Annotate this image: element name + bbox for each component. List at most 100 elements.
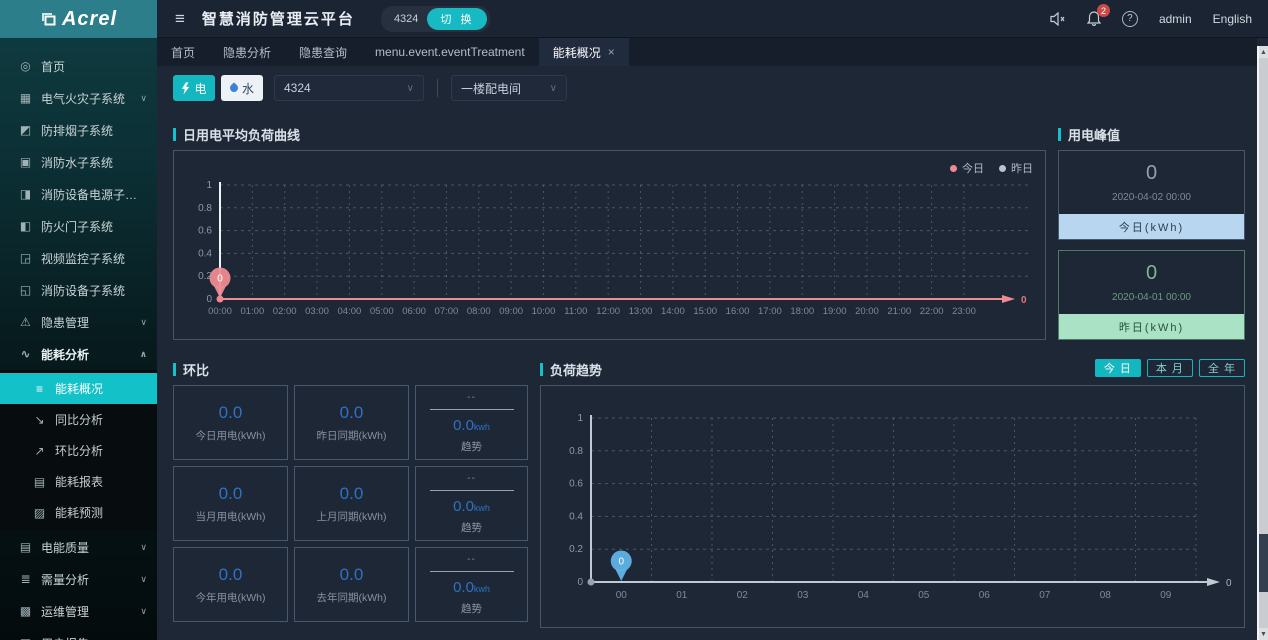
project-badge: 4324 <box>394 13 418 25</box>
svg-text:15:00: 15:00 <box>693 306 717 317</box>
section-title-text: 负荷趋势 <box>550 360 602 379</box>
menu-collapse-icon[interactable]: ≡ <box>175 10 185 27</box>
app-title: 智慧消防管理云平台 <box>202 8 355 29</box>
svg-text:09:00: 09:00 <box>499 306 523 317</box>
sidebar-item-隐患管理[interactable]: ⚠隐患管理∨ <box>0 306 157 338</box>
water-drop-icon <box>228 82 239 93</box>
trend-range-button-全年[interactable]: 全 年 <box>1199 359 1245 377</box>
sidebar-item-能耗报表[interactable]: ▤能耗报表 <box>0 466 157 497</box>
legend-item-今日[interactable]: 今日 <box>950 160 984 176</box>
mute-icon[interactable] <box>1050 12 1066 26</box>
svg-text:0.6: 0.6 <box>569 479 583 490</box>
electric-filter-button[interactable]: 电 <box>173 75 215 101</box>
header-right: 2 ? admin English <box>1050 11 1252 27</box>
tab-隐患查询[interactable]: 隐患查询 <box>285 38 361 66</box>
trend-range-button-今日[interactable]: 今 日 <box>1095 359 1141 377</box>
sidebar-item-首页[interactable]: ◎ 首页 <box>0 50 157 82</box>
sidebar-item-运维管理[interactable]: ▩运维管理∨ <box>0 595 157 627</box>
sidebar-item-label: 首页 <box>41 58 147 75</box>
sidebar-item-电能质量[interactable]: ▤电能质量∨ <box>0 531 157 563</box>
room-select[interactable]: 一楼配电间 ∨ <box>451 75 567 101</box>
station-select[interactable]: 4324 ∨ <box>274 75 424 101</box>
svg-text:0.8: 0.8 <box>569 446 583 457</box>
trend-range-button-本月[interactable]: 本 月 <box>1147 359 1193 377</box>
sidebar-item-防排烟子系统[interactable]: ◩防排烟子系统 <box>0 114 157 146</box>
tab-能耗概况[interactable]: 能耗概况× <box>539 38 629 66</box>
tab-bar: 首页隐患分析隐患查询menu.event.eventTreatment能耗概况× <box>157 38 1257 66</box>
sidebar-item-需量分析[interactable]: ≣需量分析∨ <box>0 563 157 595</box>
tab-隐患分析[interactable]: 隐患分析 <box>209 38 285 66</box>
fire-door-system-icon: ◧ <box>18 219 33 233</box>
svg-text:1: 1 <box>577 413 583 424</box>
username[interactable]: admin <box>1159 12 1192 26</box>
sidebar-item-消防设备电源子系统[interactable]: ◨消防设备电源子系统 <box>0 178 157 210</box>
sidebar-item-label: 电气火灾子系统 <box>41 90 140 107</box>
lightning-icon <box>181 82 190 95</box>
tab-close-icon[interactable]: × <box>608 45 615 59</box>
fire-water-system-icon: ▣ <box>18 155 33 169</box>
title-accent-bar <box>173 363 176 376</box>
chevron-down-icon: ∨ <box>140 317 147 328</box>
help-icon[interactable]: ? <box>1122 11 1138 27</box>
sidebar-item-电气火灾子系统[interactable]: ▦电气火灾子系统∨ <box>0 82 157 114</box>
title-accent-bar <box>540 363 543 376</box>
peak-cards: 02020-04-02 00:00今日(kWh)02020-04-01 00:0… <box>1058 150 1245 340</box>
huanbi-card: 0.0今年用电(kWh) <box>173 547 288 622</box>
svg-text:0.2: 0.2 <box>569 544 583 555</box>
water-filter-button[interactable]: 水 <box>221 75 263 101</box>
scrollbar-down-icon[interactable]: ▼ <box>1259 628 1268 640</box>
trend-value-unit: kwh <box>474 422 490 432</box>
sidebar-item-label: 防排烟子系统 <box>41 122 147 139</box>
sidebar-item-环比分析[interactable]: ↗环比分析 <box>0 435 157 466</box>
tab-menu.event.eventTreatment[interactable]: menu.event.eventTreatment <box>361 38 539 66</box>
peak-card-body: 02020-04-02 00:00 <box>1059 151 1244 214</box>
trend-label: 趋势 <box>461 520 482 535</box>
sidebar-item-能耗预测[interactable]: ▨能耗预测 <box>0 497 157 528</box>
submenu: ≡能耗概况↘同比分析↗环比分析▤能耗报表▨能耗预测 <box>0 370 157 531</box>
sidebar-item-消防水子系统[interactable]: ▣消防水子系统 <box>0 146 157 178</box>
tab-label: 隐患分析 <box>223 44 271 61</box>
electrical-fire-system-icon: ▦ <box>18 91 33 105</box>
svg-text:01:00: 01:00 <box>240 306 264 317</box>
daily-load-chart: 00.20.40.60.8100:0001:0002:0003:0004:000… <box>174 151 1045 339</box>
header: ≡ 智慧消防管理云平台 4324 切 换 2 ? admin English <box>157 0 1268 38</box>
section-title-text: 日用电平均负荷曲线 <box>183 125 300 144</box>
trend-ratio: -- <box>467 392 476 403</box>
scrollbar[interactable]: ▲ ▼ <box>1257 46 1268 640</box>
svg-text:06: 06 <box>979 590 991 601</box>
yoy-analysis-icon: ↘ <box>32 413 47 427</box>
svg-text:16:00: 16:00 <box>726 306 750 317</box>
operations-management-icon: ▩ <box>18 604 33 618</box>
sidebar-item-用户报告[interactable]: ◫用户报告 <box>0 627 157 640</box>
huanbi-trend-card: --0.0kwh趋势 <box>415 466 528 541</box>
huanbi-value: 0.0 <box>340 565 364 585</box>
sidebar-item-消防设备子系统[interactable]: ◱消防设备子系统 <box>0 274 157 306</box>
sidebar-item-防火门子系统[interactable]: ◧防火门子系统 <box>0 210 157 242</box>
svg-text:12:00: 12:00 <box>596 306 620 317</box>
sidebar-item-同比分析[interactable]: ↘同比分析 <box>0 404 157 435</box>
scrollbar-thumb[interactable] <box>1259 534 1268 592</box>
huanbi-value: 0.0 <box>219 403 243 423</box>
trend-ratio: -- <box>467 554 476 565</box>
legend-item-昨日[interactable]: 昨日 <box>999 160 1033 176</box>
huanbi-value: 0.0 <box>219 565 243 585</box>
legend-dot <box>950 165 957 172</box>
tab-首页[interactable]: 首页 <box>157 38 209 66</box>
sidebar-item-视频监控子系统[interactable]: ◲视频监控子系统 <box>0 242 157 274</box>
huanbi-label: 昨日同期(kWh) <box>317 428 387 443</box>
sidebar-item-label: 视频监控子系统 <box>41 250 147 267</box>
sidebar-item-能耗分析[interactable]: ∿能耗分析∧ <box>0 338 157 370</box>
svg-text:21:00: 21:00 <box>887 306 911 317</box>
svg-text:0.4: 0.4 <box>569 511 583 522</box>
home-icon: ◎ <box>18 59 33 73</box>
switch-button[interactable]: 切 换 <box>427 8 487 30</box>
sidebar-item-label: 能耗报表 <box>55 473 147 490</box>
sidebar-item-能耗概况[interactable]: ≡能耗概况 <box>0 373 157 404</box>
svg-text:04: 04 <box>858 590 870 601</box>
sidebar-item-label: 环比分析 <box>55 442 147 459</box>
language-switcher[interactable]: English <box>1213 12 1252 26</box>
sidebar: Acrel ◎首页▦电气火灾子系统∨◩防排烟子系统▣消防水子系统◨消防设备电源子… <box>0 0 157 640</box>
daily-load-section-title: 日用电平均负荷曲线 <box>173 125 300 144</box>
notifications-bell-icon[interactable]: 2 <box>1087 11 1101 26</box>
scrollbar-up-icon[interactable]: ▲ <box>1259 46 1268 58</box>
